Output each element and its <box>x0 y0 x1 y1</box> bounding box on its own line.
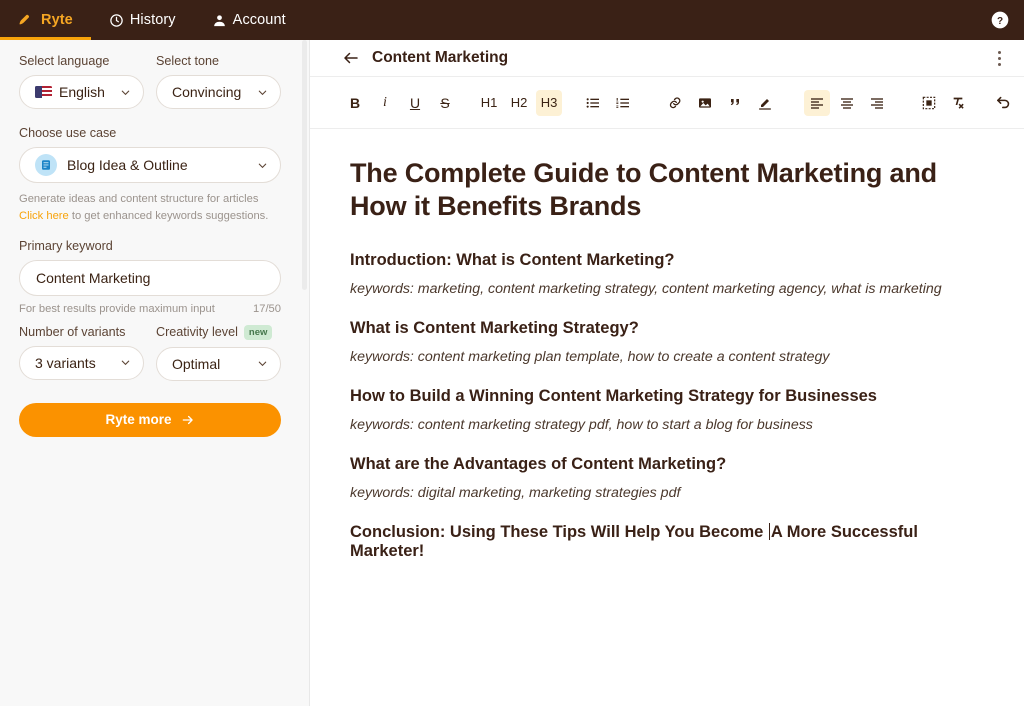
use-case-description: Generate ideas and content structure for… <box>19 191 281 225</box>
chevron-down-icon <box>258 163 267 168</box>
underline-button[interactable]: U <box>402 90 428 116</box>
conclusion-heading: Conclusion: Using These Tips Will Help Y… <box>350 522 984 561</box>
language-label: Select language <box>19 54 110 68</box>
primary-keyword-helper: For best results provide maximum input <box>19 302 215 315</box>
section-heading: What is Content Marketing Strategy? <box>350 318 639 337</box>
pen-highlight-icon[interactable] <box>752 90 778 116</box>
clock-icon <box>109 13 124 28</box>
creativity-label: Creativity level new <box>156 324 281 340</box>
new-badge: new <box>243 324 273 340</box>
use-case-description-text: Generate ideas and content structure for… <box>19 193 259 205</box>
quote-icon[interactable] <box>722 90 748 116</box>
bullet-list-icon[interactable] <box>580 90 606 116</box>
us-flag-icon <box>35 86 52 98</box>
editor-panel: Content Marketing B i U S H1 H2 H3 The C… <box>310 40 1024 706</box>
nav-item-label: Ryte <box>41 12 73 28</box>
strikethrough-button[interactable]: S <box>432 90 458 116</box>
link-icon[interactable] <box>662 90 688 116</box>
nav-item-account[interactable]: Account <box>194 0 304 40</box>
editor-header: Content Marketing <box>310 40 1024 77</box>
nav-item-history[interactable]: History <box>91 0 194 40</box>
use-case-label: Choose use case <box>19 126 117 140</box>
section-keywords: keywords: content marketing strategy pdf… <box>350 416 813 433</box>
chevron-down-icon <box>258 361 267 367</box>
align-left-icon[interactable] <box>804 89 830 116</box>
tone-value: Convincing <box>172 84 242 100</box>
insert-block-icon[interactable] <box>916 90 942 116</box>
arrow-right-icon <box>182 415 193 424</box>
enhanced-keywords-link[interactable]: Click here <box>19 210 69 222</box>
undo-icon[interactable] <box>990 90 1016 116</box>
ryte-more-label: Ryte more <box>105 412 172 428</box>
align-center-icon[interactable] <box>834 90 860 116</box>
tone-label: Select tone <box>156 54 220 68</box>
svg-text:?: ? <box>997 16 1003 27</box>
section-keywords: keywords: content marketing plan templat… <box>350 348 830 365</box>
language-tone-row: Select language English Select tone Conv… <box>19 54 281 109</box>
nav-item-ryte[interactable]: Ryte <box>0 0 91 40</box>
nav-item-label: History <box>129 12 176 28</box>
chevron-down-icon <box>121 90 130 95</box>
sidebar-scrollbar[interactable] <box>300 40 310 706</box>
section-keywords: keywords: digital marketing, marketing s… <box>350 484 681 501</box>
creativity-field: Creativity level new Optimal <box>156 324 281 381</box>
variants-field: Number of variants 3 variants <box>19 325 144 381</box>
heading-2-button[interactable]: H2 <box>506 90 532 116</box>
chevron-down-icon <box>121 360 130 366</box>
page-title: Content Marketing <box>372 49 509 66</box>
conclusion-text-before-caret: Conclusion: Using These Tips Will Help Y… <box>350 522 768 541</box>
tone-select[interactable]: Convincing <box>156 75 281 109</box>
section-heading: What are the Advantages of Content Marke… <box>350 454 727 473</box>
variants-value: 3 variants <box>35 354 96 371</box>
help-circle-icon[interactable]: ? <box>990 10 1010 30</box>
clear-formatting-icon[interactable] <box>946 90 972 116</box>
primary-keyword-field: Primary keyword Content Marketing For be… <box>19 239 281 315</box>
numbered-list-icon[interactable] <box>610 90 636 116</box>
creativity-label-text: Creativity level <box>156 324 238 339</box>
bold-button[interactable]: B <box>342 90 368 116</box>
top-navigation-bar: Ryte History Account ? <box>0 0 1024 40</box>
pen-icon <box>18 12 35 29</box>
kebab-menu-icon[interactable] <box>990 49 1008 67</box>
section-heading: Introduction: What is Content Marketing? <box>350 250 675 269</box>
align-right-icon[interactable] <box>864 90 890 116</box>
ryte-more-button[interactable]: Ryte more <box>19 402 281 437</box>
tone-field: Select tone Convincing <box>156 54 281 109</box>
nav-item-label: Account <box>232 12 286 28</box>
heading-3-button[interactable]: H3 <box>536 89 562 116</box>
editor-toolbar: B i U S H1 H2 H3 <box>310 77 1024 129</box>
language-field: Select language English <box>19 54 144 109</box>
person-icon <box>212 13 227 28</box>
creativity-select[interactable]: Optimal <box>156 346 281 381</box>
variants-label: Number of variants <box>19 324 126 339</box>
section-heading: How to Build a Winning Content Marketing… <box>350 386 877 405</box>
heading-1-button[interactable]: H1 <box>476 90 502 116</box>
language-value: English <box>59 84 105 100</box>
chevron-down-icon <box>258 90 267 95</box>
text-cursor <box>768 522 770 540</box>
document-content[interactable]: The Complete Guide to Content Marketing … <box>310 129 1024 561</box>
use-case-field: Choose use case Blog Idea & Outline Gene… <box>19 126 281 225</box>
arrow-left-icon[interactable] <box>342 49 360 67</box>
primary-keyword-counter: 17/50 <box>253 302 281 315</box>
primary-keyword-label: Primary keyword <box>19 238 113 253</box>
creativity-value: Optimal <box>172 355 221 372</box>
primary-keyword-meta: For best results provide maximum input 1… <box>19 303 281 315</box>
redo-icon[interactable] <box>1020 90 1024 116</box>
settings-sidebar: Select language English Select tone Conv… <box>0 40 300 706</box>
primary-keyword-input[interactable]: Content Marketing <box>19 259 281 296</box>
document-title: The Complete Guide to Content Marketing … <box>350 158 937 221</box>
language-select[interactable]: English <box>19 75 144 109</box>
document-list-icon <box>35 154 57 176</box>
primary-keyword-value: Content Marketing <box>36 269 151 286</box>
sidebar-scrollbar-thumb[interactable] <box>302 40 307 290</box>
image-icon[interactable] <box>692 90 718 116</box>
section-keywords: keywords: marketing, content marketing s… <box>350 280 942 297</box>
variants-select[interactable]: 3 variants <box>19 345 144 380</box>
use-case-value: Blog Idea & Outline <box>67 157 188 173</box>
italic-button[interactable]: i <box>372 90 398 116</box>
use-case-select[interactable]: Blog Idea & Outline <box>19 147 281 183</box>
variants-creativity-row: Number of variants 3 variants Creativity… <box>19 324 281 381</box>
enhanced-keywords-suffix: to get enhanced keywords suggestions. <box>68 209 269 222</box>
